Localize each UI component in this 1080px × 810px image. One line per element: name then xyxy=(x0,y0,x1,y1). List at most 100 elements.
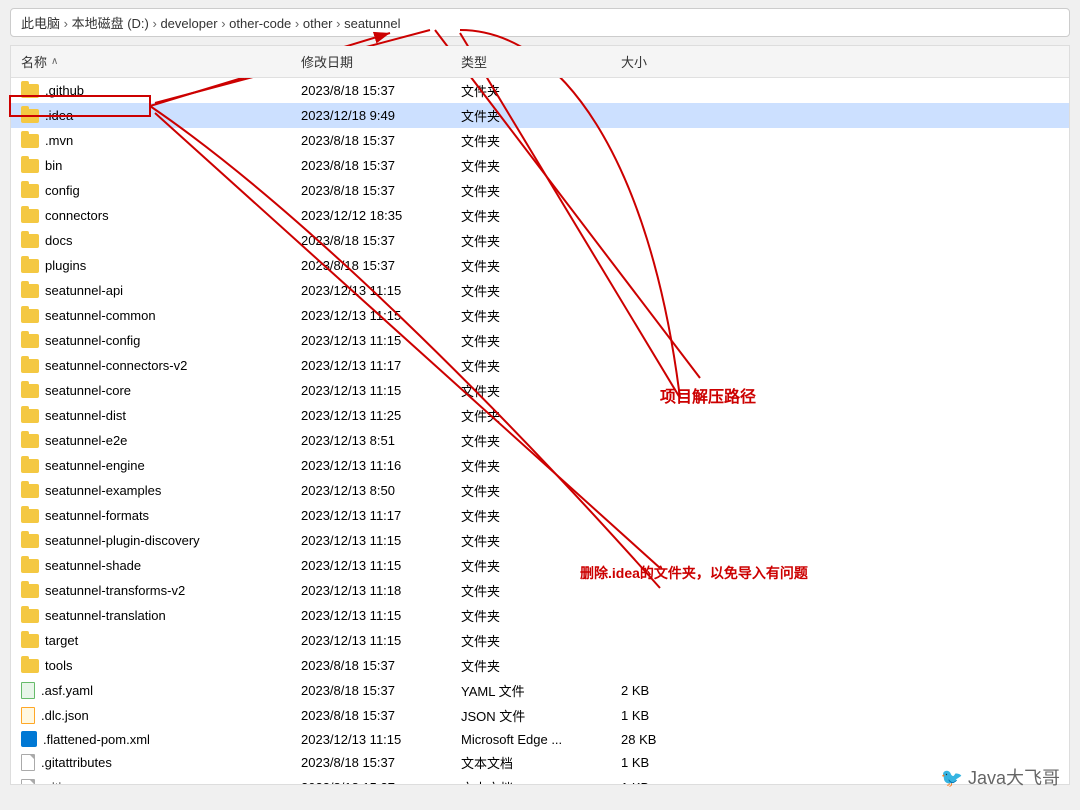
file-name-cell: tools xyxy=(21,658,301,673)
folder-icon xyxy=(21,509,39,523)
file-type: 文件夹 xyxy=(461,431,621,450)
table-row[interactable]: .mvn 2023/8/18 15:37 文件夹 xyxy=(11,128,1069,153)
table-row[interactable]: seatunnel-common 2023/12/13 11:15 文件夹 xyxy=(11,303,1069,328)
file-modified: 2023/12/13 11:17 xyxy=(301,508,461,523)
table-row[interactable]: seatunnel-api 2023/12/13 11:15 文件夹 xyxy=(11,278,1069,303)
file-modified: 2023/12/13 8:50 xyxy=(301,483,461,498)
table-row[interactable]: .dlc.json 2023/8/18 15:37 JSON 文件 1 KB xyxy=(11,703,1069,728)
folder-icon xyxy=(21,184,39,198)
file-modified: 2023/12/13 11:15 xyxy=(301,608,461,623)
folder-icon xyxy=(21,584,39,598)
file-modified: 2023/8/18 15:37 xyxy=(301,83,461,98)
annotation-delete-idea: 删除.idea的文件夹，以免导入有问题 xyxy=(580,563,808,583)
file-explorer: 名称 ∧ 修改日期 类型 大小 .github 2023/8/18 15:37 … xyxy=(10,45,1070,785)
file-name: seatunnel-connectors-v2 xyxy=(45,358,187,373)
file-name-cell: config xyxy=(21,183,301,198)
table-row[interactable]: seatunnel-config 2023/12/13 11:15 文件夹 xyxy=(11,328,1069,353)
file-type: 文件夹 xyxy=(461,481,621,500)
file-modified: 2023/12/13 11:15 xyxy=(301,633,461,648)
table-row[interactable]: .asf.yaml 2023/8/18 15:37 YAML 文件 2 KB xyxy=(11,678,1069,703)
col-name[interactable]: 名称 ∧ xyxy=(21,52,301,71)
table-row[interactable]: tools 2023/8/18 15:37 文件夹 xyxy=(11,653,1069,678)
file-modified: 2023/12/13 11:17 xyxy=(301,358,461,373)
table-row[interactable]: .flattened-pom.xml 2023/12/13 11:15 Micr… xyxy=(11,728,1069,750)
file-name-cell: .gitattributes xyxy=(21,754,301,771)
table-row[interactable]: seatunnel-examples 2023/12/13 8:50 文件夹 xyxy=(11,478,1069,503)
file-name: .mvn xyxy=(45,133,73,148)
table-row[interactable]: seatunnel-dist 2023/12/13 11:25 文件夹 xyxy=(11,403,1069,428)
file-type: 文件夹 xyxy=(461,406,621,425)
folder-icon xyxy=(21,359,39,373)
table-row[interactable]: .gitattributes 2023/8/18 15:37 文本文档 1 KB xyxy=(11,750,1069,775)
file-type: Microsoft Edge ... xyxy=(461,732,621,747)
table-row[interactable]: .gitignore 2023/8/18 15:37 文本文档 1 KB xyxy=(11,775,1069,785)
table-row[interactable]: seatunnel-transforms-v2 2023/12/13 11:18… xyxy=(11,578,1069,603)
file-modified: 2023/12/12 18:35 xyxy=(301,208,461,223)
table-row[interactable]: seatunnel-connectors-v2 2023/12/13 11:17… xyxy=(11,353,1069,378)
folder-icon xyxy=(21,234,39,248)
file-name-cell: plugins xyxy=(21,258,301,273)
folder-icon xyxy=(21,409,39,423)
file-type: 文件夹 xyxy=(461,81,621,100)
address-bar[interactable]: 此电脑 › 本地磁盘 (D:) › developer › other-code… xyxy=(10,8,1070,37)
file-name-cell: seatunnel-core xyxy=(21,383,301,398)
col-type[interactable]: 类型 xyxy=(461,52,621,71)
file-name: seatunnel-common xyxy=(45,308,156,323)
table-row[interactable]: seatunnel-translation 2023/12/13 11:15 文… xyxy=(11,603,1069,628)
folder-icon xyxy=(21,384,39,398)
table-row[interactable]: seatunnel-engine 2023/12/13 11:16 文件夹 xyxy=(11,453,1069,478)
file-type: JSON 文件 xyxy=(461,706,621,725)
col-modified[interactable]: 修改日期 xyxy=(301,52,461,71)
file-icon xyxy=(21,779,35,785)
file-name-cell: .github xyxy=(21,83,301,98)
table-row[interactable]: .idea 2023/12/18 9:49 文件夹 xyxy=(11,103,1069,128)
table-row[interactable]: seatunnel-formats 2023/12/13 11:17 文件夹 xyxy=(11,503,1069,528)
file-name: config xyxy=(45,183,80,198)
table-row[interactable]: seatunnel-shade 2023/12/13 11:15 文件夹 xyxy=(11,553,1069,578)
folder-icon xyxy=(21,84,39,98)
col-size[interactable]: 大小 xyxy=(621,52,701,71)
file-name: plugins xyxy=(45,258,86,273)
file-modified: 2023/8/18 15:37 xyxy=(301,708,461,723)
file-modified: 2023/12/13 11:15 xyxy=(301,558,461,573)
file-type: 文本文档 xyxy=(461,753,621,772)
file-modified: 2023/12/13 11:15 xyxy=(301,383,461,398)
folder-icon xyxy=(21,209,39,223)
file-name-cell: seatunnel-examples xyxy=(21,483,301,498)
file-name: seatunnel-config xyxy=(45,333,140,348)
file-name-cell: seatunnel-engine xyxy=(21,458,301,473)
table-row[interactable]: seatunnel-plugin-discovery 2023/12/13 11… xyxy=(11,528,1069,553)
table-row[interactable]: docs 2023/8/18 15:37 文件夹 xyxy=(11,228,1069,253)
file-type: 文件夹 xyxy=(461,606,621,625)
table-row[interactable]: config 2023/8/18 15:37 文件夹 xyxy=(11,178,1069,203)
file-name-cell: .asf.yaml xyxy=(21,682,301,699)
file-name-cell: .dlc.json xyxy=(21,707,301,724)
file-name-cell: .flattened-pom.xml xyxy=(21,731,301,747)
file-name: seatunnel-e2e xyxy=(45,433,127,448)
table-row[interactable]: plugins 2023/8/18 15:37 文件夹 xyxy=(11,253,1069,278)
table-row[interactable]: .github 2023/8/18 15:37 文件夹 xyxy=(11,78,1069,103)
file-name-cell: seatunnel-dist xyxy=(21,408,301,423)
table-row[interactable]: bin 2023/8/18 15:37 文件夹 xyxy=(11,153,1069,178)
table-row[interactable]: seatunnel-core 2023/12/13 11:15 文件夹 xyxy=(11,378,1069,403)
folder-icon xyxy=(21,659,39,673)
file-size: 28 KB xyxy=(621,732,701,747)
yaml-icon xyxy=(21,682,35,699)
file-type: YAML 文件 xyxy=(461,681,621,700)
table-row[interactable]: connectors 2023/12/12 18:35 文件夹 xyxy=(11,203,1069,228)
file-name: .gitignore xyxy=(41,780,94,785)
file-name-cell: seatunnel-config xyxy=(21,333,301,348)
file-name: target xyxy=(45,633,78,648)
file-name-cell: bin xyxy=(21,158,301,173)
file-name-cell: seatunnel-translation xyxy=(21,608,301,623)
file-modified: 2023/12/13 11:15 xyxy=(301,333,461,348)
file-name: .dlc.json xyxy=(41,708,89,723)
folder-icon xyxy=(21,159,39,173)
file-name: seatunnel-shade xyxy=(45,558,141,573)
file-modified: 2023/8/18 15:37 xyxy=(301,658,461,673)
table-row[interactable]: target 2023/12/13 11:15 文件夹 xyxy=(11,628,1069,653)
file-type: 文件夹 xyxy=(461,156,621,175)
file-name: .github xyxy=(45,83,84,98)
file-name-cell: seatunnel-common xyxy=(21,308,301,323)
table-row[interactable]: seatunnel-e2e 2023/12/13 8:51 文件夹 xyxy=(11,428,1069,453)
